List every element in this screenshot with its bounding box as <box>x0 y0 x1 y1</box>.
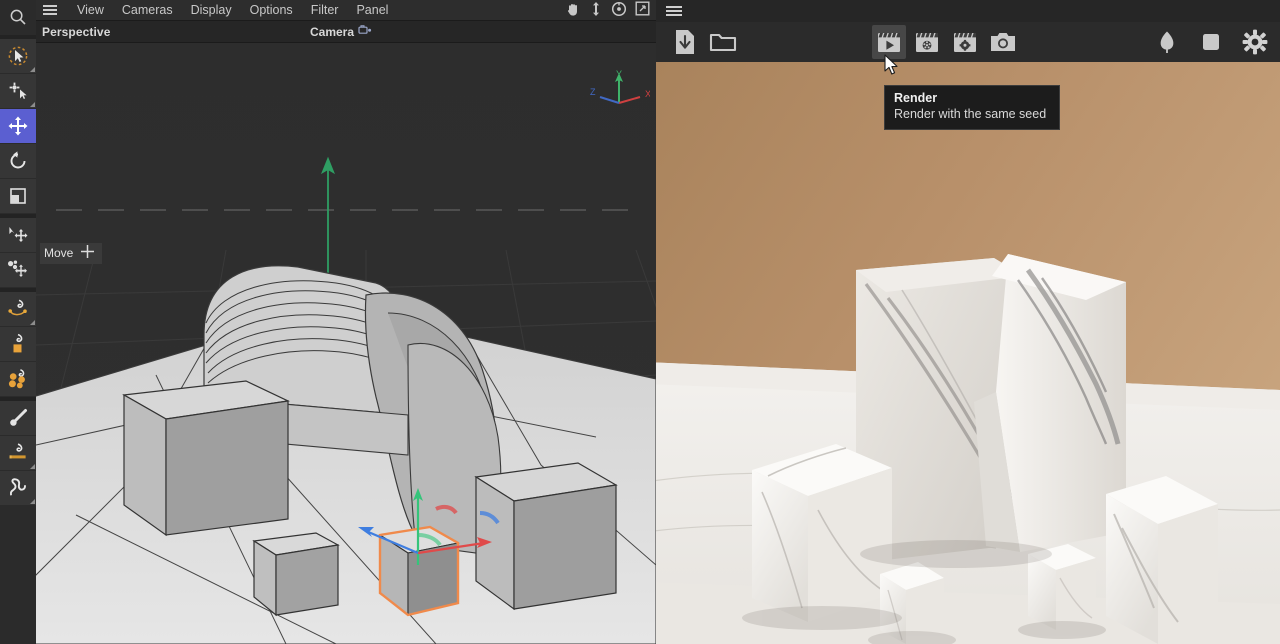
pose-tool-icon[interactable] <box>0 253 36 288</box>
viewport-camera-selector[interactable]: Camera <box>310 24 372 39</box>
rotate-tool-icon[interactable] <box>0 144 36 179</box>
cube-right <box>474 462 618 611</box>
render-cube-large-left <box>752 444 892 622</box>
tool-rail <box>0 0 36 644</box>
tooltip-description: Render with the same seed <box>894 107 1047 121</box>
cube-large-left <box>122 380 291 537</box>
pen-tool-icon[interactable] <box>0 436 36 471</box>
snapshot-camera-icon[interactable] <box>986 25 1020 59</box>
viewport-nav-icons <box>565 1 656 20</box>
scene-3d-render <box>36 45 656 644</box>
axis-gizmo[interactable]: Y X Z <box>588 67 651 109</box>
handle-tool-icon[interactable] <box>0 74 36 109</box>
render-toolbar-left-group <box>668 25 740 59</box>
render-cube-right <box>1106 476 1218 644</box>
viewport-menubar: View Cameras Display Options Filter Pane… <box>36 0 656 20</box>
pan-hand-icon[interactable] <box>565 1 581 20</box>
search-icon[interactable] <box>0 0 36 35</box>
render-topbar <box>656 0 1280 22</box>
scale-tool-icon[interactable] <box>0 179 36 214</box>
viewport-3d-canvas[interactable]: Y X Z Move <box>36 45 656 644</box>
square-icon[interactable] <box>1194 25 1228 59</box>
render-button-tooltip: Render Render with the same seed <box>884 85 1060 130</box>
viewport-header: Perspective Camera <box>36 20 656 43</box>
viewport-menu-burger-icon[interactable] <box>40 5 60 15</box>
leaf-icon[interactable] <box>1150 25 1184 59</box>
save-render-icon[interactable] <box>668 25 702 59</box>
render-menu-burger-icon[interactable] <box>666 6 682 16</box>
gear-icon[interactable] <box>1238 25 1272 59</box>
menu-item-options[interactable]: Options <box>241 0 302 20</box>
soft-transform-tool-icon[interactable] <box>0 218 36 253</box>
sculpt-tool-icon[interactable] <box>0 471 36 506</box>
viewport-view-label[interactable]: Perspective <box>36 25 110 39</box>
svg-text:X: X <box>645 89 650 99</box>
marble-blocks-render[interactable] <box>656 62 1280 644</box>
viewport-mode-label: Move <box>44 246 74 260</box>
menu-item-view[interactable]: View <box>68 0 113 20</box>
svg-text:Z: Z <box>590 87 596 97</box>
paint-brush-tool-icon[interactable] <box>0 401 36 436</box>
select-tool-icon[interactable] <box>0 39 36 74</box>
tool-rail-spacer <box>0 506 36 644</box>
open-folder-icon[interactable] <box>706 25 740 59</box>
render-animation-icon[interactable] <box>910 25 944 59</box>
render-toolbar <box>656 22 1280 62</box>
cube-small-front <box>252 532 340 617</box>
svg-text:Y: Y <box>616 69 622 79</box>
polygon-tool-icon[interactable] <box>0 327 36 362</box>
render-toolbar-right-group <box>1150 25 1272 59</box>
orbit-icon[interactable] <box>611 1 627 20</box>
menu-item-display[interactable]: Display <box>182 0 241 20</box>
render-settings-icon[interactable] <box>948 25 982 59</box>
application-window: View Cameras Display Options Filter Pane… <box>0 0 1280 644</box>
viewport-mode-badge: Move <box>40 243 103 264</box>
menu-item-cameras[interactable]: Cameras <box>113 0 182 20</box>
curve-tool-icon[interactable] <box>0 292 36 327</box>
tooltip-title: Render <box>894 91 938 105</box>
render-panel: Render Render with the same seed <box>656 0 1280 644</box>
sphere-tool-icon[interactable] <box>0 362 36 397</box>
menu-item-panel[interactable]: Panel <box>347 0 397 20</box>
menu-item-filter[interactable]: Filter <box>302 0 348 20</box>
move-tool-icon[interactable] <box>0 109 36 144</box>
camera-lock-icon <box>358 24 372 39</box>
dolly-icon[interactable] <box>589 1 603 20</box>
move-cross-icon <box>81 245 95 261</box>
mouse-pointer <box>884 54 900 81</box>
maximize-pane-icon[interactable] <box>635 1 650 19</box>
viewport-panel: View Cameras Display Options Filter Pane… <box>36 0 656 644</box>
viewport-camera-label: Camera <box>310 24 355 39</box>
